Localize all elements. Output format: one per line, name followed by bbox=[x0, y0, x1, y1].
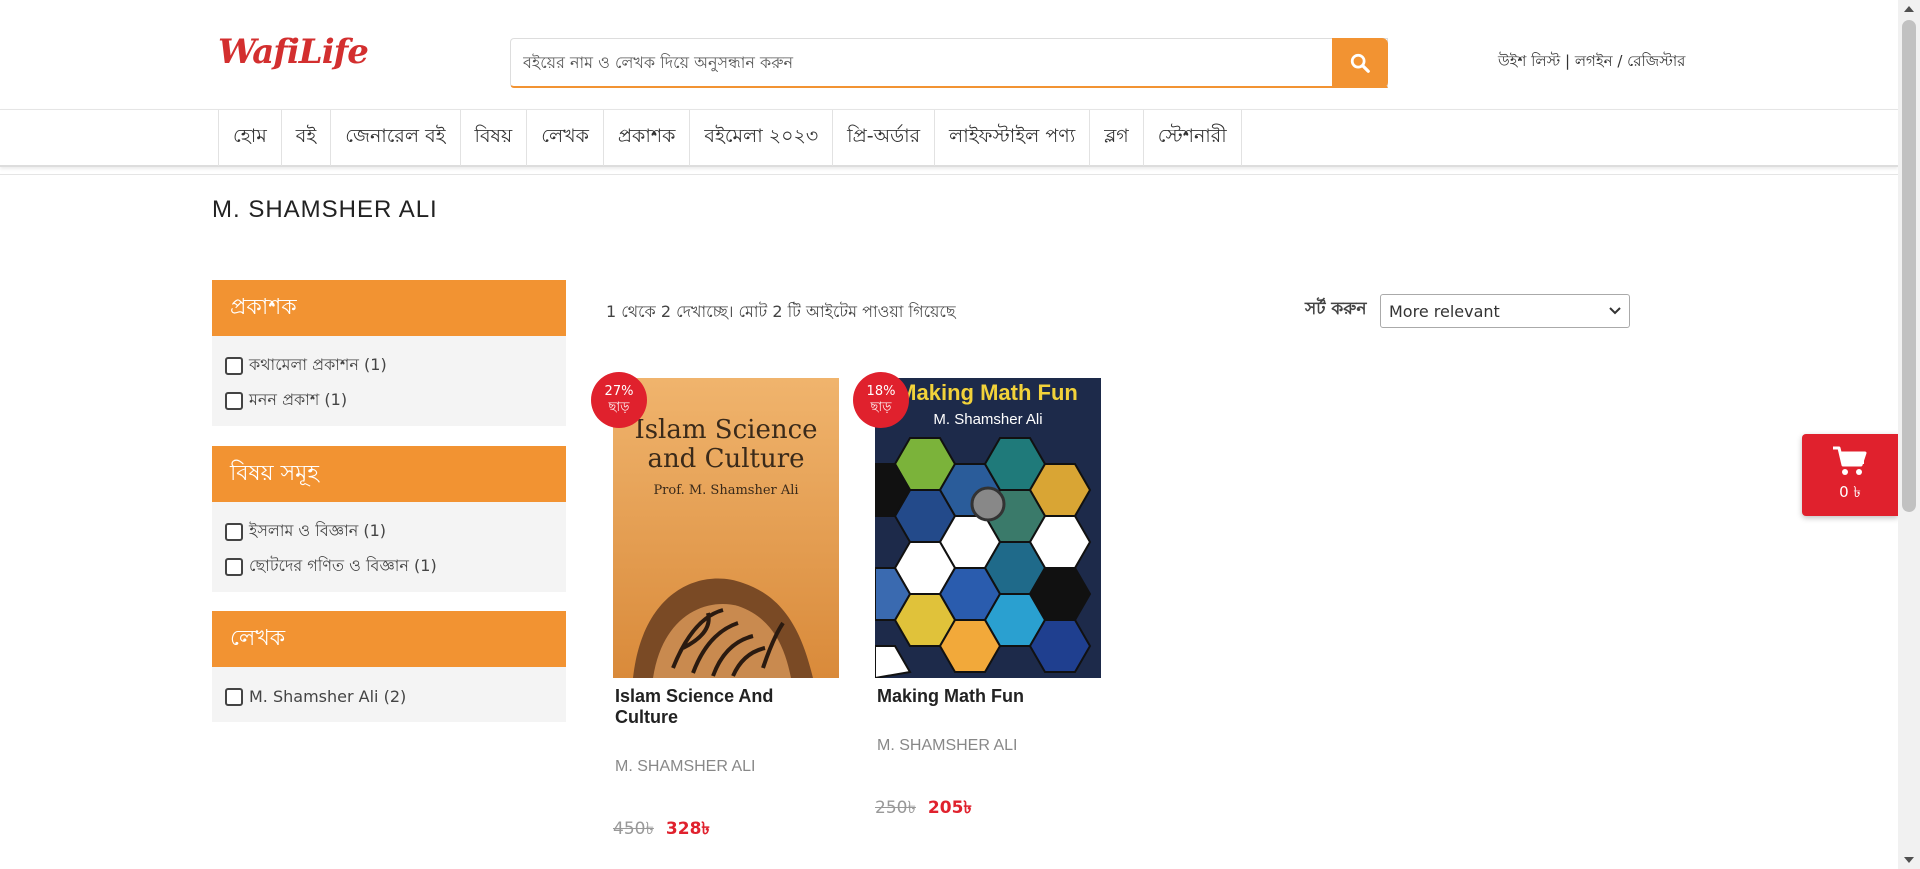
checkbox[interactable] bbox=[225, 356, 243, 375]
divider bbox=[0, 174, 1898, 175]
new-price: 205৳ bbox=[927, 798, 972, 818]
product-title[interactable]: Making Math Fun bbox=[875, 686, 1101, 707]
search-button[interactable] bbox=[1332, 38, 1388, 88]
discount-word: ছাড় bbox=[608, 400, 630, 415]
product-card: 27% ছাড় Islam Science and Culture Prof.… bbox=[591, 372, 839, 844]
cover-title-line1: Making Math Fun bbox=[898, 380, 1078, 405]
cover-byline: M. Shamsher Ali bbox=[933, 411, 1042, 428]
old-price: 250৳ bbox=[875, 798, 916, 818]
search-box bbox=[510, 38, 1388, 88]
nav-item-home[interactable]: হোম bbox=[218, 110, 281, 166]
scroll-down-arrow-icon[interactable] bbox=[1898, 851, 1920, 869]
product-price: 250৳ 205৳ bbox=[875, 795, 1101, 823]
book-cover-image: Making Math Fun M. Shamsher Ali bbox=[875, 378, 1101, 678]
result-count: 1 থেকে 2 দেখাচ্ছে। মোট 2 টি আইটেম পাওয়া… bbox=[606, 302, 956, 321]
nav-item-books[interactable]: বই bbox=[280, 110, 330, 166]
filter-option[interactable]: মনন প্রকাশ (1) bbox=[225, 383, 553, 418]
product-cover[interactable]: Islam Science and Culture Prof. M. Shams… bbox=[613, 378, 839, 678]
site-header: WafiLife উইশ লিস্ট | লগইন / রেজিস্টার bbox=[0, 0, 1898, 109]
discount-percent: 18% bbox=[866, 384, 896, 399]
discount-percent: 27% bbox=[604, 384, 634, 399]
nav-list: হোম বই জেনারেল বই বিষয় লেখক প্রকাশক বইম… bbox=[218, 110, 1242, 166]
nav-item-pre-order[interactable]: প্রি-অর্ডার bbox=[832, 110, 934, 166]
product-card: 18% ছাড় Making Math Fun M. Shamsher Ali… bbox=[853, 372, 1101, 823]
scroll-up-arrow-icon[interactable] bbox=[1898, 0, 1920, 18]
nav-item-stationery[interactable]: স্টেশনারী bbox=[1142, 110, 1242, 166]
nav-item-blog[interactable]: ব্লগ bbox=[1089, 110, 1143, 166]
filter-option[interactable]: কথামেলা প্রকাশন (1) bbox=[225, 348, 553, 383]
scroll-thumb[interactable] bbox=[1902, 20, 1916, 512]
site-logo[interactable]: WafiLife bbox=[218, 20, 378, 84]
chevron-down-icon bbox=[1609, 307, 1621, 315]
filter-heading: প্রকাশক bbox=[212, 280, 566, 336]
filter-subjects: বিষয় সমূহ ইসলাম ও বিজ্ঞান (1) ছোটদের গণ… bbox=[212, 446, 566, 592]
checkbox[interactable] bbox=[225, 557, 243, 576]
cover-title-line2: and Culture bbox=[647, 444, 804, 474]
filter-option[interactable]: M. Shamsher Ali (2) bbox=[225, 679, 553, 714]
nav-item-subjects[interactable]: বিষয় bbox=[459, 110, 527, 166]
filter-author: লেখক M. Shamsher Ali (2) bbox=[212, 611, 566, 722]
logo-text: WafiLife bbox=[218, 32, 369, 72]
page-title: M. SHAMSHER ALI bbox=[212, 196, 438, 223]
nav-item-authors[interactable]: লেখক bbox=[526, 110, 603, 166]
filter-option[interactable]: ছোটদের গণিত ও বিজ্ঞান (1) bbox=[225, 549, 553, 584]
filter-option-label: ইসলাম ও বিজ্ঞান (1) bbox=[249, 521, 387, 540]
nav-item-publishers[interactable]: প্রকাশক bbox=[602, 110, 690, 166]
separator: | bbox=[1560, 52, 1575, 70]
search-icon bbox=[1350, 53, 1370, 73]
search-input[interactable] bbox=[523, 53, 1387, 72]
cart-icon bbox=[1833, 446, 1867, 475]
book-cover-image: Islam Science and Culture Prof. M. Shams… bbox=[613, 378, 839, 678]
cart-amount: 0 ৳ bbox=[1839, 482, 1861, 501]
filter-option[interactable]: ইসলাম ও বিজ্ঞান (1) bbox=[225, 514, 553, 549]
nav-item-book-fair[interactable]: বইমেলা ২০২৩ bbox=[689, 110, 832, 166]
product-cover[interactable]: Making Math Fun M. Shamsher Ali bbox=[875, 378, 1101, 678]
filter-heading: লেখক bbox=[212, 611, 566, 667]
checkbox[interactable] bbox=[225, 391, 243, 410]
cover-title-line1: Islam Science bbox=[634, 415, 817, 445]
scrollbar[interactable] bbox=[1898, 0, 1920, 869]
user-links: উইশ লিস্ট | লগইন / রেজিস্টার bbox=[1498, 50, 1685, 75]
discount-badge: 27% ছাড় bbox=[591, 372, 647, 428]
filter-option-label: ছোটদের গণিত ও বিজ্ঞান (1) bbox=[249, 556, 437, 575]
cover-byline: Prof. M. Shamsher Ali bbox=[653, 483, 798, 498]
product-title[interactable]: Islam Science And Culture bbox=[613, 686, 839, 728]
separator: / bbox=[1612, 52, 1628, 70]
nav-item-lifestyle[interactable]: লাইফস্টাইল পণ্য bbox=[934, 110, 1089, 166]
login-link[interactable]: লগইন bbox=[1575, 52, 1613, 70]
filter-options: কথামেলা প্রকাশন (1) মনন প্রকাশ (1) bbox=[212, 336, 566, 426]
nav-item-general-books[interactable]: জেনারেল বই bbox=[330, 110, 459, 166]
checkbox[interactable] bbox=[225, 687, 243, 706]
checkbox[interactable] bbox=[225, 522, 243, 541]
filter-options: ইসলাম ও বিজ্ঞান (1) ছোটদের গণিত ও বিজ্ঞা… bbox=[212, 502, 566, 592]
wishlist-link[interactable]: উইশ লিস্ট bbox=[1498, 52, 1560, 70]
filter-heading: বিষয় সমূহ bbox=[212, 446, 566, 502]
old-price: 450৳ bbox=[613, 819, 654, 839]
filter-option-label: M. Shamsher Ali (2) bbox=[249, 687, 407, 706]
filter-option-label: কথামেলা প্রকাশন (1) bbox=[249, 355, 387, 374]
discount-badge: 18% ছাড় bbox=[853, 372, 909, 428]
product-author: M. SHAMSHER ALI bbox=[877, 737, 1018, 754]
new-price: 328৳ bbox=[665, 819, 710, 839]
sort-label: সর্ট করুন bbox=[1305, 299, 1367, 319]
filter-option-label: মনন প্রকাশ (1) bbox=[249, 390, 348, 409]
sort-value: More relevant bbox=[1389, 301, 1500, 321]
filter-publisher: প্রকাশক কথামেলা প্রকাশন (1) মনন প্রকাশ (… bbox=[212, 280, 566, 426]
main-nav: হোম বই জেনারেল বই বিষয় লেখক প্রকাশক বইম… bbox=[0, 109, 1898, 167]
register-link[interactable]: রেজিস্টার bbox=[1627, 52, 1685, 70]
sort-select[interactable]: More relevant bbox=[1380, 294, 1630, 328]
filter-options: M. Shamsher Ali (2) bbox=[212, 667, 566, 722]
product-price: 450৳ 328৳ bbox=[613, 816, 839, 844]
product-author: M. SHAMSHER ALI bbox=[615, 758, 756, 775]
discount-word: ছাড় bbox=[870, 400, 892, 415]
floating-cart-button[interactable]: 0 ৳ bbox=[1802, 434, 1898, 516]
